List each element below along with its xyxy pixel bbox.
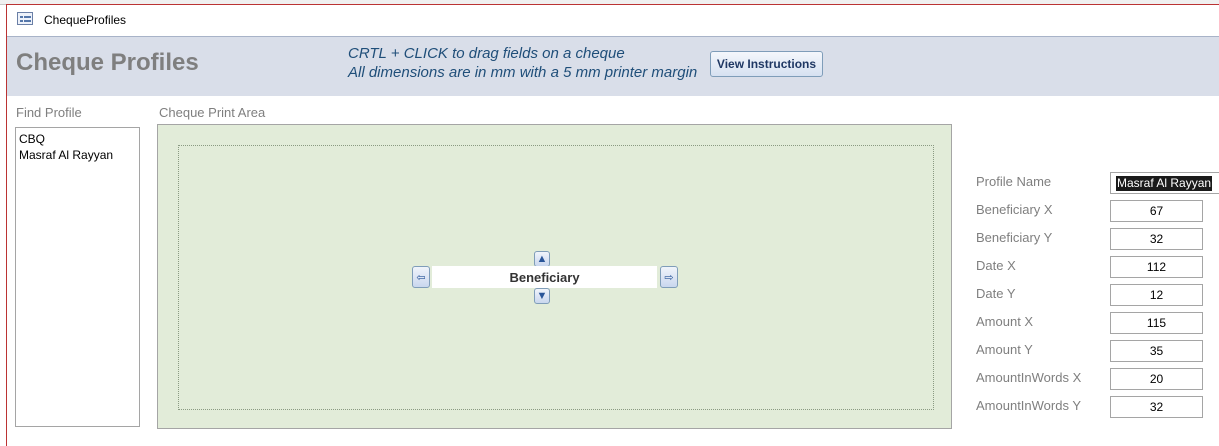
beneficiary-x-label: Beneficiary X bbox=[976, 202, 1053, 217]
profile-name-label: Profile Name bbox=[976, 174, 1052, 189]
list-item[interactable]: CBQ bbox=[19, 131, 139, 147]
instruction-line-2: All dimensions are in mm with a 5 mm pri… bbox=[348, 64, 698, 81]
view-instructions-button[interactable]: View Instructions bbox=[710, 51, 823, 77]
amountinwords-x-label: AmountInWords X bbox=[976, 370, 1082, 385]
profile-name-value: Masraf Al Rayyan bbox=[1116, 176, 1213, 191]
beneficiary-x-field[interactable] bbox=[1110, 200, 1203, 222]
instruction-line-1: CRTL + CLICK to drag fields on a cheque bbox=[348, 45, 625, 62]
date-y-label: Date Y bbox=[976, 286, 1016, 301]
date-x-field[interactable] bbox=[1110, 256, 1203, 278]
date-y-field[interactable] bbox=[1110, 284, 1203, 306]
list-item[interactable]: Masraf Al Rayyan bbox=[19, 147, 139, 163]
beneficiary-y-field[interactable] bbox=[1110, 228, 1203, 250]
move-up-arrow-icon[interactable]: ▲ bbox=[534, 251, 550, 267]
move-down-arrow-icon[interactable]: ▼ bbox=[534, 288, 550, 304]
find-profile-listbox[interactable]: CBQ Masraf Al Rayyan bbox=[15, 127, 140, 427]
beneficiary-y-label: Beneficiary Y bbox=[976, 230, 1053, 245]
find-profile-label: Find Profile bbox=[16, 105, 82, 120]
amount-y-label: Amount Y bbox=[976, 342, 1033, 357]
amountinwords-y-label: AmountInWords Y bbox=[976, 398, 1082, 413]
date-x-label: Date X bbox=[976, 258, 1016, 273]
amount-x-label: Amount X bbox=[976, 314, 1034, 329]
cheque-print-area-label: Cheque Print Area bbox=[159, 105, 266, 120]
amount-y-field[interactable] bbox=[1110, 340, 1203, 362]
form-header: Cheque Profiles CRTL + CLICK to drag fie… bbox=[7, 36, 1219, 96]
amountinwords-x-field[interactable] bbox=[1110, 368, 1203, 390]
cheque-print-area: ▲ ⇦ Beneficiary ⇨ ▼ bbox=[157, 124, 952, 429]
page-title: Cheque Profiles bbox=[16, 49, 199, 76]
amountinwords-y-field[interactable] bbox=[1110, 396, 1203, 418]
move-left-arrow-icon[interactable]: ⇦ bbox=[412, 266, 430, 288]
title-bar: ChequeProfiles bbox=[7, 5, 1219, 36]
profile-name-field[interactable]: Masraf Al Rayyan bbox=[1110, 172, 1219, 194]
window-title: ChequeProfiles bbox=[44, 13, 127, 27]
form-icon bbox=[17, 12, 33, 25]
move-right-arrow-icon[interactable]: ⇨ bbox=[660, 266, 678, 288]
cheque-profiles-window: ChequeProfiles Cheque Profiles CRTL + CL… bbox=[6, 4, 1219, 446]
beneficiary-field[interactable]: Beneficiary bbox=[432, 266, 657, 288]
amount-x-field[interactable] bbox=[1110, 312, 1203, 334]
